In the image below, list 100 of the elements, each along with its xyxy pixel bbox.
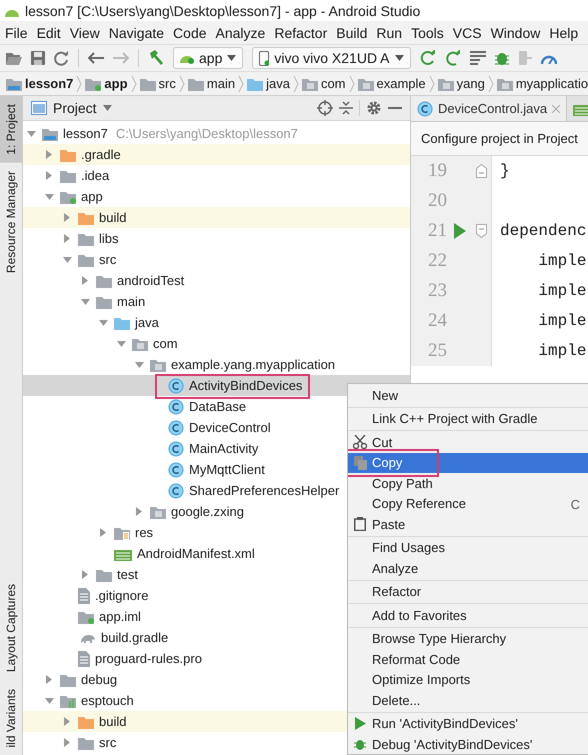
folder-icon — [60, 672, 76, 686]
expand-arrow-icon[interactable] — [64, 234, 70, 243]
menu-item[interactable]: Debug 'ActivityBindDevices' — [348, 734, 588, 754]
tree-item[interactable]: lesson7 C:\Users\yang\Desktop\lesson7 — [23, 123, 410, 144]
breadcrumb-item[interactable]: yang — [456, 76, 485, 91]
expand-arrow-icon[interactable] — [26, 130, 36, 136]
expand-arrow-icon[interactable] — [46, 171, 52, 180]
expand-arrow-icon[interactable] — [64, 213, 70, 222]
run-config-dropdown[interactable]: app — [173, 47, 244, 69]
tree-item[interactable]: com — [23, 333, 410, 354]
menu-item[interactable]: Find Usages — [348, 538, 588, 558]
menu-item[interactable]: Edit — [32, 22, 66, 42]
breadcrumb-item[interactable]: myapplicatio — [516, 76, 588, 91]
breadcrumb-item[interactable]: main — [206, 76, 236, 91]
menu-item[interactable]: Help — [545, 22, 584, 42]
back-arrow-icon[interactable] — [88, 52, 104, 64]
forward-arrow-icon[interactable] — [113, 52, 129, 64]
minimize-icon[interactable] — [388, 106, 402, 110]
rerun-icon[interactable] — [420, 50, 436, 66]
menu-item[interactable]: File — [1, 22, 33, 42]
tree-item[interactable]: libs — [23, 228, 410, 249]
fold-icon[interactable] — [476, 224, 486, 238]
breadcrumb-item[interactable]: src — [158, 76, 176, 91]
menu-item[interactable]: Link C++ Project with Gradle — [348, 408, 588, 429]
close-icon[interactable] — [552, 104, 560, 112]
tree-item[interactable]: main — [23, 291, 410, 312]
menu-item[interactable]: Copy — [348, 452, 588, 473]
menu-item[interactable]: Refactor — [348, 582, 588, 602]
menu-item[interactable]: Add to Favorites — [348, 605, 588, 626]
bug-icon[interactable] — [494, 50, 509, 66]
tree-item[interactable]: src — [23, 249, 410, 270]
apply-changes-icon[interactable] — [444, 50, 461, 66]
tool-window-tab[interactable]: Layout Captures — [0, 576, 22, 681]
expand-arrow-icon[interactable] — [62, 256, 72, 262]
menu-item[interactable]: View — [66, 22, 105, 42]
tree-item[interactable]: java — [23, 312, 410, 333]
menu-item[interactable]: New — [348, 385, 588, 406]
breadcrumb-item[interactable]: lesson7 — [25, 76, 74, 91]
menu-item[interactable]: Window — [486, 22, 546, 42]
menu-item[interactable]: Browse Type Hierarchy — [348, 628, 588, 649]
text-file-icon — [78, 650, 90, 666]
menu-item[interactable]: Code — [169, 22, 212, 42]
class-icon — [168, 462, 184, 478]
menu-item[interactable]: Optimize Imports — [348, 670, 588, 690]
menu-item[interactable]: Analyze — [348, 558, 588, 578]
sync-icon[interactable] — [54, 50, 69, 66]
menu-item[interactable]: Delete... — [348, 690, 588, 710]
open-folder-icon[interactable] — [6, 51, 22, 65]
menu-item[interactable]: Tools — [407, 22, 449, 42]
breadcrumb-item[interactable]: java — [266, 76, 290, 91]
tree-item[interactable]: build — [23, 207, 410, 228]
menu-item[interactable]: Run — [372, 22, 408, 42]
expand-arrow-icon[interactable] — [44, 698, 54, 704]
tool-window-tab[interactable]: 1: Project — [0, 96, 22, 163]
tree-item[interactable]: .idea — [23, 165, 410, 186]
expand-arrow-icon[interactable] — [46, 150, 52, 159]
locate-icon[interactable] — [317, 100, 333, 116]
hammer-icon[interactable] — [148, 50, 164, 66]
breadcrumb-item[interactable]: com — [320, 76, 346, 91]
expand-arrow-icon[interactable] — [80, 298, 90, 304]
menu-item[interactable]: Copy Reference — [348, 494, 564, 514]
expand-arrow-icon[interactable] — [116, 340, 126, 346]
tool-window-tab[interactable]: ild Variants — [0, 680, 22, 755]
expand-arrow-icon[interactable] — [136, 507, 142, 516]
breadcrumb-item[interactable]: app — [104, 76, 128, 91]
collapse-icon[interactable] — [339, 100, 353, 116]
menu-item[interactable]: Paste — [348, 514, 588, 534]
settings-icon[interactable] — [366, 100, 382, 116]
expand-arrow-icon[interactable] — [46, 675, 52, 684]
expand-arrow-icon[interactable] — [134, 362, 144, 368]
expand-arrow-icon[interactable] — [82, 570, 88, 579]
tree-item[interactable]: androidTest — [23, 270, 410, 291]
tree-item[interactable]: app — [23, 186, 410, 207]
list-icon[interactable] — [470, 51, 486, 65]
run-icon[interactable] — [454, 223, 466, 239]
menu-item[interactable]: Navigate — [104, 22, 170, 42]
expand-arrow-icon[interactable] — [64, 717, 70, 726]
expand-arrow-icon[interactable] — [44, 194, 54, 200]
menu-item[interactable]: Cut — [348, 432, 588, 452]
menu-item[interactable]: VCS — [448, 22, 487, 42]
tree-item[interactable]: example.yang.myapplication — [23, 354, 410, 375]
panel-title[interactable]: Project — [53, 100, 97, 116]
expand-arrow-icon[interactable] — [82, 276, 88, 285]
expand-arrow-icon[interactable] — [98, 320, 108, 326]
menu-item[interactable]: Reformat Code — [348, 649, 588, 670]
menu-item[interactable]: Copy Path — [348, 473, 588, 494]
menu-item[interactable]: Refactor — [270, 22, 332, 42]
device-dropdown[interactable]: vivo vivo X21UD A — [252, 47, 411, 69]
save-icon[interactable] — [31, 51, 45, 65]
tool-window-tab[interactable]: Resource Manager — [0, 162, 22, 281]
device-icon[interactable] — [518, 50, 532, 66]
menu-item[interactable]: Analyze — [212, 22, 270, 42]
expand-arrow-icon[interactable] — [64, 738, 70, 747]
breadcrumb-item[interactable]: example — [376, 76, 426, 91]
menu-item[interactable]: Build — [332, 22, 372, 42]
editor-tab[interactable]: DeviceControl.java — [411, 96, 568, 121]
tree-item[interactable]: .gradle — [23, 144, 410, 165]
caret-icon[interactable] — [102, 105, 112, 111]
fold-icon[interactable] — [476, 164, 486, 178]
expand-arrow-icon[interactable] — [100, 528, 106, 537]
